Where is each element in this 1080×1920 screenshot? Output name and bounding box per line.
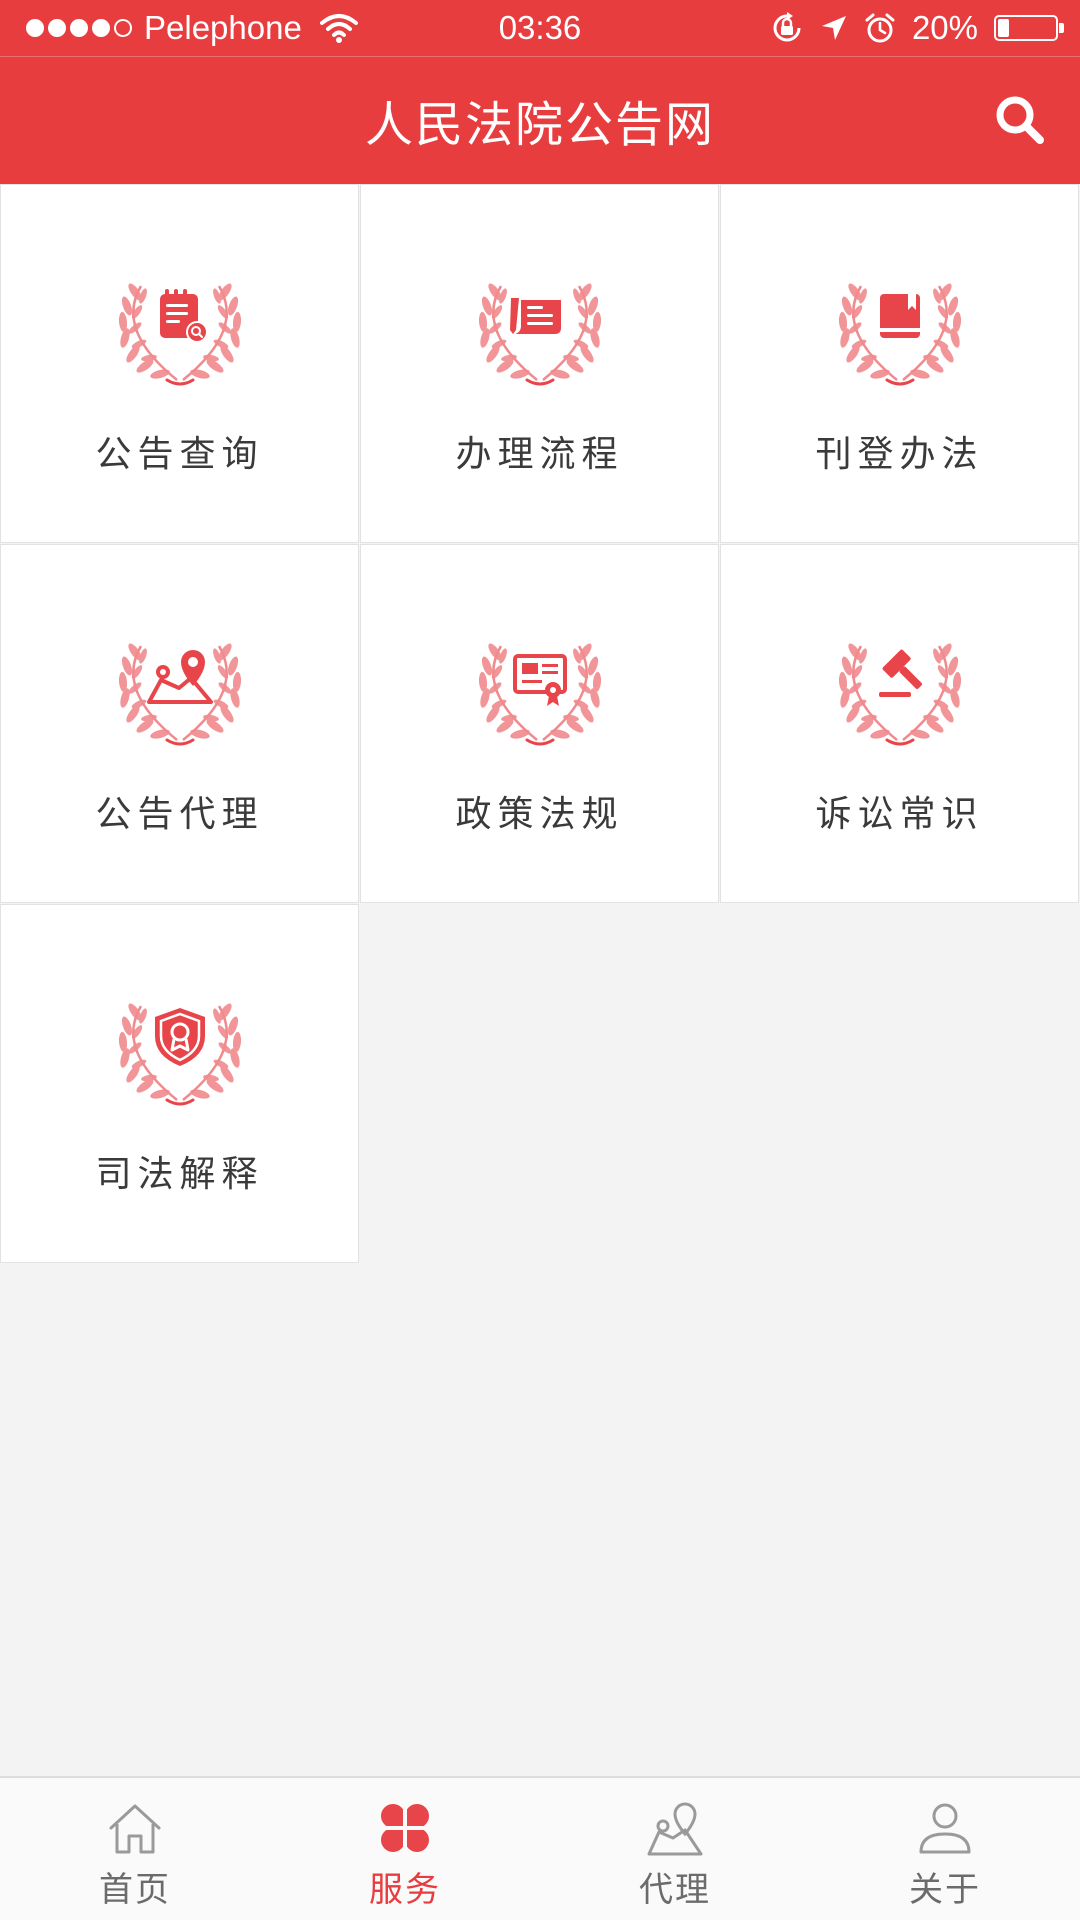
tab-bar: 首页 服务 代理 关于: [0, 1776, 1080, 1920]
battery-icon: [994, 15, 1064, 41]
notice-search-icon: [116, 280, 244, 386]
tab-agency[interactable]: 代理: [540, 1778, 810, 1920]
tab-label: 首页: [99, 1870, 171, 1910]
alarm-icon: [865, 13, 895, 43]
home-icon: [109, 1804, 161, 1854]
battery-percent: 20%: [911, 9, 978, 46]
user-icon: [919, 1803, 971, 1854]
grid-item-litigation[interactable]: 诉讼常识: [720, 544, 1079, 903]
signal-dot: [114, 19, 132, 37]
signal-dot: [26, 19, 44, 37]
grid-item-label: 司法解释: [95, 1154, 264, 1195]
tab-label: 代理: [639, 1870, 711, 1910]
signal-dot: [70, 19, 88, 37]
search-button[interactable]: [986, 86, 1054, 154]
status-time: 03:36: [498, 9, 582, 46]
grid-item-notice-search[interactable]: 公告查询: [0, 184, 359, 543]
battery-level: [998, 19, 1009, 37]
grid-item-label: 诉讼常识: [815, 794, 984, 835]
search-icon: [996, 96, 1044, 144]
grid-item-publish-method[interactable]: 刊登办法: [720, 184, 1079, 543]
signal-dot: [48, 19, 66, 37]
map-pin-icon: [647, 1802, 703, 1856]
grid-item-process[interactable]: 办理流程: [360, 184, 719, 543]
gavel-icon: [836, 640, 964, 746]
wifi-icon: [319, 14, 358, 43]
grid-item-policy[interactable]: 政策法规: [360, 544, 719, 903]
map-location-icon: [116, 640, 244, 746]
signal-dot: [92, 19, 110, 37]
tab-home[interactable]: 首页: [0, 1778, 270, 1920]
grid-item-notice-agency[interactable]: 公告代理: [0, 544, 359, 903]
tab-label: 关于: [909, 1870, 981, 1910]
location-arrow-icon: [821, 16, 846, 40]
grid-item-label: 公告代理: [95, 794, 264, 835]
grid-item-label: 刊登办法: [815, 434, 984, 475]
clover-icon: [379, 1802, 431, 1854]
page-title: 人民法院公告网: [364, 97, 715, 153]
header: 人民法院公告网: [0, 56, 1080, 184]
status-left: Pelephone: [26, 0, 358, 56]
grid-item-label: 办理流程: [455, 434, 624, 475]
tab-service[interactable]: 服务: [270, 1778, 540, 1920]
status-bar: Pelephone 03:36 20%: [0, 0, 1080, 56]
grid-item-judicial-interpretation[interactable]: 司法解释: [0, 904, 359, 1263]
status-right: 20%: [770, 0, 1064, 56]
grid-item-label: 政策法规: [455, 794, 624, 835]
signal-strength-icon: [26, 19, 132, 37]
book-icon: [836, 280, 964, 386]
grid-item-label: 公告查询: [95, 434, 264, 475]
tab-about[interactable]: 关于: [810, 1778, 1080, 1920]
certificate-icon: [476, 640, 604, 746]
shield-badge-icon: [116, 1000, 244, 1106]
tab-label: 服务: [369, 1870, 441, 1910]
process-icon: [476, 280, 604, 386]
rotation-lock-icon: [773, 12, 801, 42]
carrier-name: Pelephone: [144, 9, 302, 46]
